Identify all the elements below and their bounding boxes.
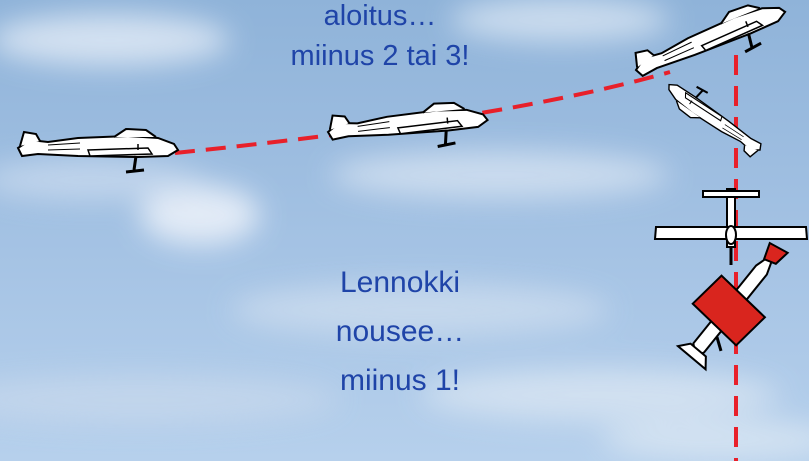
airplane-icon [324,97,491,158]
airplane-icon [659,70,771,162]
caption-climb: Lennokki nousee… miinus 1! [270,258,530,405]
caption-climb-line-1: Lennokki [339,266,461,299]
caption-start: aloitus… miinus 2 tai 3! [230,0,530,76]
caption-start-line-1: aloitus… [323,0,437,32]
caption-start-line-2: miinus 2 tai 3! [290,40,470,72]
caption-climb-line-2: nousee… [335,315,465,348]
caption-climb-line-3: miinus 1! [339,364,461,397]
